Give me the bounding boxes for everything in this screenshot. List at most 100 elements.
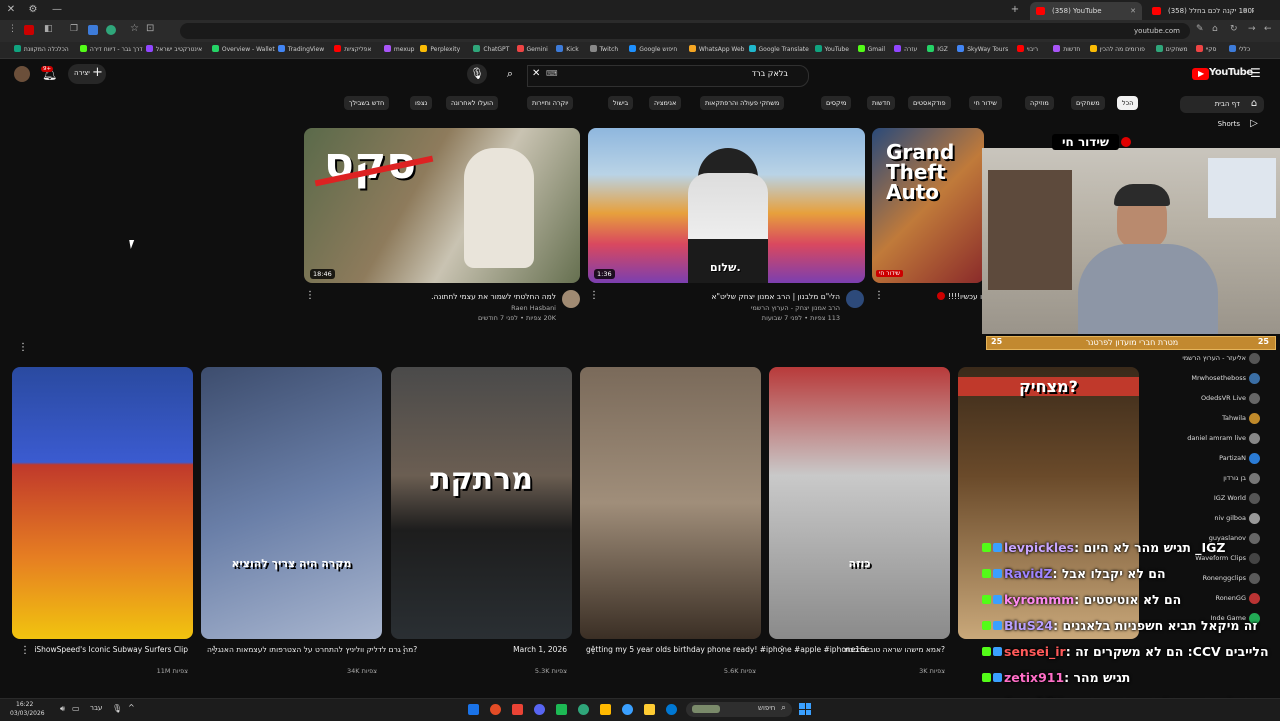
back-icon[interactable]: ← (1264, 24, 1272, 34)
bookmark-item[interactable]: Gmail (857, 42, 885, 58)
screenshot-icon[interactable]: ⊡ (146, 23, 154, 34)
channel-avatar[interactable] (1249, 553, 1260, 564)
network-icon[interactable]: ▭ (72, 704, 80, 713)
video-title[interactable]: למה החלטתי לשמור את עצמי לחתונה. (431, 292, 556, 301)
bookmark-item[interactable]: ריבוי (1016, 42, 1038, 58)
windows-start-icon[interactable] (799, 703, 811, 715)
mic-icon[interactable]: 🎙︎ (467, 64, 487, 84)
sidebar-subscription-7[interactable]: IGZ World (1214, 494, 1246, 502)
more-options-icon[interactable]: ⋮ (20, 645, 30, 656)
channel-avatar[interactable] (1249, 353, 1260, 364)
clock-time[interactable]: 16:22 (16, 701, 33, 708)
bookmark-item[interactable]: Perplexity (420, 42, 460, 58)
short-thumbnail[interactable] (580, 367, 761, 639)
bookmark-item[interactable]: TradingView (277, 42, 324, 58)
bookmark-item[interactable]: חדשות (1053, 42, 1080, 58)
chip-9[interactable]: בישול (608, 96, 634, 110)
window-menu-icon[interactable]: ⚙ (26, 3, 40, 17)
keyboard-icon[interactable]: ⌨ (546, 69, 558, 78)
chip-10[interactable]: יוקרה ותיירות (527, 96, 574, 110)
channel-avatar[interactable] (1249, 373, 1260, 384)
chip-12[interactable]: נצפו (410, 96, 433, 110)
channel-avatar[interactable] (846, 290, 864, 308)
bookmark-item[interactable]: Kick (556, 42, 579, 58)
sidebar-subscription-8[interactable]: niv gilboa (1214, 514, 1246, 522)
new-tab-icon[interactable]: + (1008, 3, 1022, 17)
short-title[interactable]: מה גרם לדליק ווליניץ להתחרט על הצטרפותו … (207, 645, 417, 654)
more-options-icon[interactable]: ⋮ (209, 645, 219, 656)
video-channel[interactable]: Raen Hasbani (511, 304, 556, 312)
more-options-icon[interactable]: ⋮ (589, 290, 599, 301)
short-title[interactable]: iShowSpeed's Iconic Subway Surfers Clip (18, 645, 188, 654)
reader-icon[interactable]: ✎ (1196, 24, 1204, 34)
sidebar-subscription-4[interactable]: daniel amram live (1187, 434, 1246, 442)
bookmark-item[interactable]: Twitch (589, 42, 618, 58)
bookmark-item[interactable]: עזרה (894, 42, 917, 58)
close-icon[interactable]: ✕ (532, 68, 540, 79)
bookmark-item[interactable]: Google Translate (748, 42, 809, 58)
taskbar-search[interactable]: חיפוש ⌕ (686, 702, 792, 717)
tab-close-icon[interactable]: ✕ (1130, 2, 1136, 20)
chrome-icon[interactable] (512, 704, 523, 715)
shorts-more-icon[interactable]: ⋮ (18, 342, 28, 353)
chip-2[interactable]: מוזיקה (1025, 96, 1054, 110)
home-button-icon[interactable]: ⌂ (1212, 24, 1218, 34)
short-thumbnail[interactable]: מרתקת (391, 367, 572, 639)
video-thumbnail[interactable]: שלום. 1:36 (588, 128, 865, 283)
chip-11[interactable]: הועלו לאחרונה (446, 96, 499, 110)
video-thumbnail[interactable]: Grand Theft Auto שידור חי (872, 128, 984, 283)
spotify-icon[interactable] (556, 704, 567, 715)
bookmark-item[interactable]: Google חיפוש (629, 42, 677, 58)
extension-icon[interactable] (106, 25, 116, 35)
whatsapp-icon[interactable] (578, 704, 589, 715)
tab-space[interactable]: (358) מה 100₪ יקנה לכם בחלל ✕ (1146, 2, 1254, 20)
reload-icon[interactable]: ↻ (1230, 24, 1238, 34)
bookmark-item[interactable]: ChatGPT (473, 42, 509, 58)
avatar[interactable] (14, 66, 30, 82)
bookmark-item[interactable]: דרך גבר - דיווח דירה (79, 42, 143, 58)
bookmark-item[interactable]: אינטרקטיב ישראל (145, 42, 202, 58)
channel-avatar[interactable] (1249, 593, 1260, 604)
create-button[interactable]: + יצירה (68, 64, 106, 84)
mic-tray-icon[interactable]: 🎙︎ (112, 704, 122, 713)
video-channel[interactable]: הרב אמנון יצחק - הערוץ הרשמי (751, 304, 840, 312)
tab-close-icon[interactable]: ✕ (1242, 2, 1248, 20)
short-thumbnail[interactable]: כוזה (769, 367, 950, 639)
volume-icon[interactable]: 🔊︎ (60, 704, 65, 714)
clock-date[interactable]: 03/03/2026 (10, 710, 45, 717)
chip-6[interactable]: מיקסים (821, 96, 852, 110)
window-close-icon[interactable]: ✕ (4, 3, 18, 17)
shorts-icon[interactable]: ▷ (1248, 118, 1260, 130)
bookmark-item[interactable]: Gemini (516, 42, 548, 58)
more-options-icon[interactable]: ⋮ (777, 645, 787, 656)
video-title[interactable]: הלי"ם מלבנון | הרב אמנון יצחק שליט"א (712, 292, 840, 301)
copy-icon[interactable]: ❐ (70, 24, 78, 34)
sidebar-toggle-icon[interactable]: ⋮ (8, 24, 17, 34)
youtube-logo-text[interactable]: YouTube (1209, 67, 1253, 78)
search-input[interactable]: ✕ ⌨ בלאק ברד (527, 65, 809, 87)
telegram-icon[interactable] (468, 704, 479, 715)
chip-0[interactable]: הכל (1117, 96, 1139, 110)
channel-avatar[interactable] (1249, 413, 1260, 424)
chip-13[interactable]: חדש בשבילך (344, 96, 390, 110)
bookmark-item[interactable]: Overview - Wallet (211, 42, 275, 58)
bookmark-star-icon[interactable]: ☆ (130, 23, 139, 34)
folder-icon[interactable] (644, 704, 655, 715)
more-options-icon[interactable]: ⋮ (588, 645, 598, 656)
youtube-logo-icon[interactable]: ▶ (1192, 68, 1209, 80)
tab-youtube[interactable]: (358) YouTube ✕ (1030, 2, 1142, 20)
sidebar-subscription-5[interactable]: PartizaN (1219, 454, 1246, 462)
chip-5[interactable]: חדשות (867, 96, 896, 110)
more-options-icon[interactable]: ⋮ (874, 290, 884, 301)
store-icon[interactable] (622, 704, 633, 715)
chip-8[interactable]: אנימציה (649, 96, 682, 110)
sidebar-subscription-3[interactable]: Tahwila (1222, 414, 1246, 422)
channel-avatar[interactable] (1249, 393, 1260, 404)
edge-icon[interactable] (666, 704, 677, 715)
short-title[interactable]: getting my 5 year olds birthday phone re… (586, 645, 869, 654)
sidebar-subscription-10[interactable]: Waveform Clips (1195, 554, 1246, 562)
sidebar-subscription-1[interactable]: Mrwhosetheboss (1191, 374, 1246, 382)
language-indicator[interactable]: עבר (90, 704, 102, 712)
short-thumbnail[interactable]: מקרה היה צריך להוציא (201, 367, 382, 639)
video-thumbnail[interactable]: סקס 18:46 (304, 128, 580, 283)
